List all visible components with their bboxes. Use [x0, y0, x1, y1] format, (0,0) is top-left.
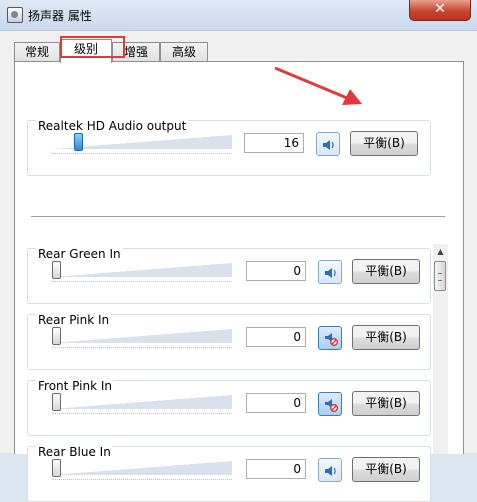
- channel-label: Realtek HD Audio output: [36, 119, 189, 133]
- divider: [31, 216, 445, 218]
- slider-thumb[interactable]: [52, 327, 61, 345]
- balance-button[interactable]: 平衡(B): [352, 391, 420, 416]
- slider-ticks: [52, 347, 232, 349]
- channel-group-front-pink: Front Pink In 0 平衡(B): [27, 379, 431, 436]
- speaker-icon: [325, 268, 336, 278]
- volume-value-field[interactable]: 0: [246, 327, 306, 347]
- channel-group-rear-green: Rear Green In 0 平衡(B): [27, 247, 431, 304]
- speaker-muted-icon: [325, 399, 338, 412]
- speaker-muted-icon: [325, 333, 338, 346]
- slider-ticks: [52, 281, 232, 283]
- title-bar: 扬声器 属性 ✕: [0, 0, 477, 30]
- slider-thumb[interactable]: [52, 459, 61, 477]
- volume-slider[interactable]: [52, 329, 232, 348]
- mute-button[interactable]: [318, 458, 342, 482]
- volume-value-field[interactable]: 0: [246, 459, 306, 479]
- volume-slider[interactable]: [52, 395, 232, 414]
- tab-general[interactable]: 常规: [14, 42, 60, 62]
- slider-ticks: [52, 479, 232, 481]
- channel-group-rear-blue: Rear Blue In 0 平衡(B): [27, 445, 431, 502]
- balance-button[interactable]: 平衡(B): [352, 259, 420, 284]
- balance-button[interactable]: 平衡(B): [352, 325, 420, 350]
- levels-panel: Realtek HD Audio output 16 平衡(B) Rear Gr…: [14, 61, 464, 502]
- channel-label: Rear Pink In: [36, 313, 112, 327]
- vertical-scrollbar[interactable]: ▲: [433, 244, 448, 454]
- slider-thumb[interactable]: [74, 133, 83, 151]
- channel-label: Front Pink In: [36, 379, 114, 393]
- slider-thumb[interactable]: [52, 393, 61, 411]
- mute-button[interactable]: [318, 260, 342, 284]
- volume-value-field[interactable]: 16: [244, 133, 304, 153]
- speaker-icon: [325, 466, 336, 476]
- slider-thumb[interactable]: [52, 261, 61, 279]
- channel-group-rear-pink: Rear Pink In 0 平衡(B): [27, 313, 431, 370]
- slider-wedge: [52, 263, 232, 277]
- mute-button[interactable]: [316, 132, 340, 156]
- tab-highlight-annotation: [60, 36, 125, 58]
- slider-ticks: [52, 153, 232, 155]
- slider-wedge: [52, 395, 232, 409]
- tab-advanced[interactable]: 高级: [160, 42, 208, 62]
- channel-group-output: Realtek HD Audio output 16 平衡(B): [27, 119, 431, 176]
- volume-slider[interactable]: [52, 263, 232, 282]
- channel-label: Rear Green In: [36, 247, 123, 261]
- balance-button[interactable]: 平衡(B): [352, 457, 420, 482]
- scroll-thumb[interactable]: [434, 261, 446, 291]
- mute-button[interactable]: [318, 326, 342, 350]
- speaker-properties-icon: [7, 7, 23, 23]
- speaker-icon: [323, 140, 334, 150]
- mute-button[interactable]: [318, 392, 342, 416]
- window-title: 扬声器 属性: [28, 9, 92, 23]
- slider-wedge: [52, 461, 232, 475]
- scroll-up-arrow-icon[interactable]: ▲: [433, 244, 448, 260]
- balance-button[interactable]: 平衡(B): [350, 131, 418, 156]
- dialog-body: 常规 级别 增强 高级 Realtek HD Audio output 16 平…: [0, 30, 477, 502]
- volume-value-field[interactable]: 0: [246, 261, 306, 281]
- slider-ticks: [52, 413, 232, 415]
- close-button[interactable]: ✕: [409, 0, 471, 21]
- volume-slider[interactable]: [52, 461, 232, 480]
- slider-wedge: [52, 329, 232, 343]
- volume-value-field[interactable]: 0: [246, 393, 306, 413]
- channel-label: Rear Blue In: [36, 445, 113, 459]
